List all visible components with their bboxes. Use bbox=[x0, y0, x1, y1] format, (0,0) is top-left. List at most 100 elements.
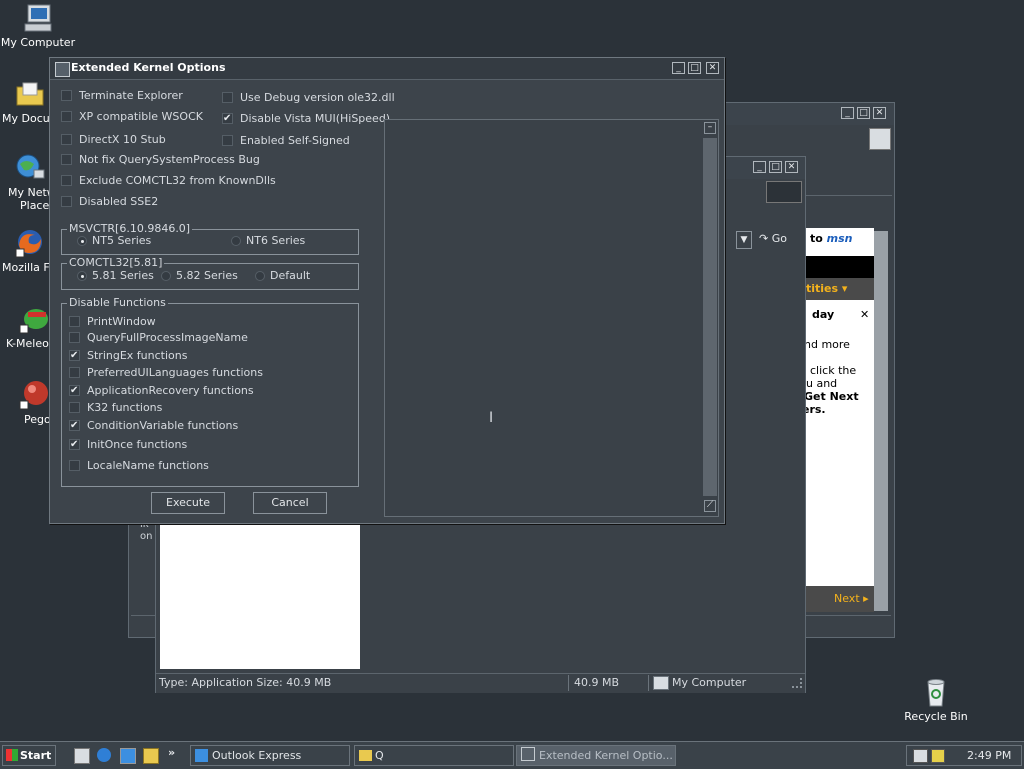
quicklaunch-outlook-icon[interactable] bbox=[120, 748, 136, 764]
msvcrt-group: MSVCTR[6.10.9846.0] NT5 Series NT6 Serie… bbox=[61, 222, 359, 255]
checkbox-label: Terminate Explorer bbox=[79, 89, 183, 102]
firefox-icon bbox=[14, 227, 46, 259]
go-arrow-icon: ↷ bbox=[759, 232, 769, 245]
msn-activities-label: tities bbox=[806, 282, 839, 295]
radio-label: 5.82 Series bbox=[176, 269, 238, 282]
status-divider bbox=[648, 675, 649, 691]
windows-flag-icon bbox=[6, 749, 18, 761]
checkbox-box[interactable] bbox=[222, 92, 233, 103]
checkbox-box[interactable] bbox=[61, 134, 72, 145]
checkbox-box[interactable] bbox=[61, 90, 72, 101]
task-label: Extended Kernel Optio... bbox=[539, 749, 673, 762]
checkbox-box[interactable] bbox=[222, 111, 233, 127]
msn-next-link[interactable]: Next ▸ bbox=[834, 592, 869, 605]
close-button[interactable]: ✕ bbox=[873, 107, 886, 119]
maximize-button[interactable]: □ bbox=[857, 107, 870, 119]
text-cursor-icon: I bbox=[489, 410, 494, 426]
radio-dot[interactable] bbox=[231, 236, 241, 246]
scroll-thumb[interactable] bbox=[703, 138, 717, 496]
msn-activities-bar[interactable]: tities ▾ bbox=[806, 278, 874, 300]
minimize-button[interactable]: _ bbox=[672, 62, 685, 74]
desktop-icon-label: Recycle Bin bbox=[904, 710, 968, 723]
dialog-title: Extended Kernel Options bbox=[71, 61, 226, 74]
checkbox-box[interactable] bbox=[61, 154, 72, 165]
radio-dot[interactable] bbox=[255, 271, 265, 281]
checkbox-label: InitOnce functions bbox=[87, 438, 188, 451]
scrollbar-track[interactable] bbox=[873, 231, 888, 611]
app-icon bbox=[55, 62, 70, 77]
execute-button[interactable]: Execute bbox=[151, 492, 225, 514]
checkbox-box[interactable] bbox=[69, 332, 80, 343]
checkbox-label: Enabled Self-Signed bbox=[240, 134, 350, 147]
checkbox-label: K32 functions bbox=[87, 401, 163, 414]
desktop-icon-recycle-bin[interactable]: Recycle Bin bbox=[898, 676, 974, 723]
resize-grip-icon[interactable]: ⟋ bbox=[704, 500, 716, 512]
resize-grip-icon[interactable] bbox=[792, 678, 802, 688]
checkbox-box[interactable] bbox=[69, 418, 80, 434]
address-dropdown-button[interactable]: ▼ bbox=[736, 231, 752, 249]
go-button[interactable]: ↷ Go bbox=[759, 230, 803, 248]
quicklaunch-overflow-chevron[interactable]: » bbox=[168, 746, 175, 759]
task-q-folder[interactable]: Q bbox=[354, 745, 514, 766]
checkbox-box[interactable] bbox=[69, 348, 80, 364]
output-textarea[interactable]: I – ⟋ bbox=[384, 119, 719, 517]
maximize-button[interactable]: □ bbox=[688, 62, 701, 74]
close-button[interactable]: ✕ bbox=[706, 62, 719, 74]
start-button[interactable]: Start bbox=[2, 745, 56, 766]
checkbox-box[interactable] bbox=[61, 196, 72, 207]
close-icon[interactable]: ✕ bbox=[860, 308, 869, 321]
cancel-button[interactable]: Cancel bbox=[253, 492, 327, 514]
checkbox-label: Use Debug version ole32.dll bbox=[240, 91, 395, 104]
checkbox-box[interactable] bbox=[69, 437, 80, 453]
vertical-scrollbar[interactable]: – ⟋ bbox=[703, 120, 718, 514]
radio-dot[interactable] bbox=[77, 236, 87, 246]
checkbox-box[interactable] bbox=[69, 316, 80, 327]
checkbox-box[interactable] bbox=[69, 402, 80, 413]
task-outlook-express[interactable]: Outlook Express bbox=[190, 745, 350, 766]
dropdown-arrow-icon: ▾ bbox=[841, 282, 848, 295]
recycle-bin-icon bbox=[920, 676, 952, 708]
clock: 2:49 PM bbox=[967, 749, 1012, 762]
quicklaunch-ie-icon[interactable] bbox=[97, 748, 111, 762]
msn-text-line4: ers. bbox=[806, 403, 826, 416]
msn-next-label: Next bbox=[834, 592, 860, 605]
checkbox-label: ApplicationRecovery functions bbox=[87, 384, 254, 397]
windows-logo-icon bbox=[869, 128, 891, 150]
close-button[interactable]: ✕ bbox=[785, 161, 798, 173]
checkbox-box[interactable] bbox=[61, 175, 72, 186]
security-tray-icon[interactable] bbox=[931, 749, 945, 763]
radio-label: 5.81 Series bbox=[92, 269, 154, 282]
minimize-button[interactable]: _ bbox=[753, 161, 766, 173]
network-tray-icon[interactable] bbox=[913, 749, 928, 763]
msn-text-line2: u and bbox=[806, 377, 838, 390]
desktop-icon-my-computer[interactable]: My Computer bbox=[0, 2, 76, 49]
scroll-up-button[interactable]: – bbox=[704, 122, 716, 134]
checkbox-box[interactable] bbox=[61, 111, 72, 122]
go-label: Go bbox=[771, 232, 787, 245]
minimize-button[interactable]: _ bbox=[841, 107, 854, 119]
radio-dot[interactable] bbox=[161, 271, 171, 281]
comctl32-group: COMCTL32[5.81] 5.81 Series 5.82 Series D… bbox=[61, 256, 359, 290]
dialog-titlebar[interactable]: Extended Kernel Options _ □ ✕ bbox=[50, 58, 724, 80]
checkbox-box[interactable] bbox=[222, 135, 233, 146]
msn-logo: msn bbox=[826, 232, 853, 245]
radio-label: NT5 Series bbox=[92, 234, 152, 247]
play-arrow-icon: ▸ bbox=[863, 592, 869, 605]
checkbox-box[interactable] bbox=[69, 460, 80, 471]
explorer-statusbar: Type: Application Size: 40.9 MB 40.9 MB … bbox=[156, 673, 805, 693]
quicklaunch-explorer-icon[interactable] bbox=[143, 748, 159, 764]
start-label: Start bbox=[20, 749, 52, 762]
checkbox-label: StringEx functions bbox=[87, 349, 188, 362]
task-extended-kernel-options[interactable]: Extended Kernel Optio... bbox=[516, 745, 676, 766]
checkbox-box[interactable] bbox=[69, 367, 80, 378]
maximize-button[interactable]: □ bbox=[769, 161, 782, 173]
radio-dot[interactable] bbox=[77, 271, 87, 281]
disable-functions-group: Disable Functions PrintWindow QueryFullP… bbox=[61, 296, 359, 487]
checkbox-box[interactable] bbox=[69, 383, 80, 399]
task-label: Outlook Express bbox=[212, 749, 302, 762]
checkbox-label: PrintWindow bbox=[87, 315, 156, 328]
msn-black-bar bbox=[806, 256, 874, 278]
quicklaunch-show-desktop-icon[interactable] bbox=[74, 748, 90, 764]
desktop-icon-label: My Computer bbox=[0, 36, 76, 49]
extended-kernel-options-dialog[interactable]: Extended Kernel Options _ □ ✕ Terminate … bbox=[49, 57, 725, 524]
